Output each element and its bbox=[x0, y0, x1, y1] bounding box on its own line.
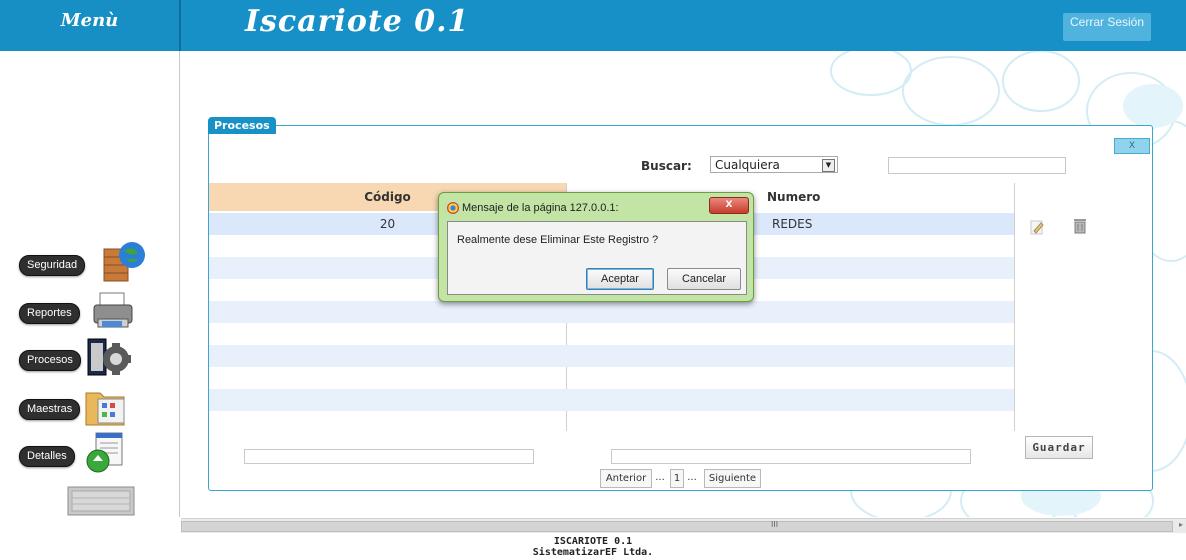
save-button[interactable]: Guardar bbox=[1025, 436, 1093, 459]
pager-ellipsis: ... bbox=[655, 472, 665, 483]
sidebar-item-label[interactable]: Seguridad bbox=[19, 255, 86, 276]
menu-header: Menù bbox=[0, 0, 181, 51]
sidebar-item-label[interactable]: Reportes bbox=[19, 303, 80, 324]
dialog-close-button[interactable]: X bbox=[709, 197, 749, 214]
cell-numero: REDES bbox=[772, 217, 813, 231]
footer-line-1: ISCARIOTE 0.1 bbox=[553, 536, 633, 547]
table-row-empty bbox=[209, 389, 1014, 411]
panel-close-button[interactable]: X bbox=[1114, 138, 1150, 154]
page-1-button[interactable]: 1 bbox=[670, 469, 684, 488]
sidebar-item-label[interactable]: Maestras bbox=[19, 399, 81, 420]
dialog-body: Realmente dese Eliminar Este Registro ? … bbox=[447, 221, 747, 295]
cancel-button[interactable]: Cancelar bbox=[667, 268, 741, 290]
scrollbar-thumb[interactable] bbox=[181, 521, 1173, 532]
sidebar-item-label[interactable]: Procesos bbox=[19, 350, 81, 371]
table-row-empty bbox=[209, 323, 1014, 345]
security-globe-wall-icon[interactable] bbox=[102, 239, 148, 283]
panel-title: Procesos bbox=[208, 117, 276, 134]
details-document-icon[interactable] bbox=[84, 431, 128, 475]
sidebar-item-label[interactable]: Detalles bbox=[19, 446, 75, 467]
folder-icon[interactable] bbox=[84, 385, 128, 429]
trash-icon[interactable] bbox=[1073, 217, 1087, 234]
dialog-title: Mensaje de la página 127.0.0.1: bbox=[462, 202, 619, 214]
scrollbar-grip: III bbox=[771, 520, 779, 529]
search-filter-value: Cualquiera bbox=[715, 158, 780, 172]
search-filter-select[interactable]: Cualquiera ▼ bbox=[710, 156, 838, 173]
chrome-icon bbox=[447, 202, 459, 214]
pager-ellipsis: ... bbox=[687, 472, 697, 483]
accept-button[interactable]: Aceptar bbox=[586, 268, 654, 290]
confirm-dialog: Mensaje de la página 127.0.0.1: X Realme… bbox=[438, 192, 754, 302]
table-row-empty bbox=[209, 345, 1014, 367]
horizontal-scrollbar[interactable]: III ▸ bbox=[181, 518, 1186, 533]
table-row-empty bbox=[209, 367, 1014, 389]
scroll-right-icon[interactable]: ▸ bbox=[1179, 520, 1183, 529]
codigo-input[interactable] bbox=[244, 449, 534, 464]
printer-icon[interactable] bbox=[92, 291, 136, 331]
numero-input[interactable] bbox=[611, 449, 971, 464]
sidebar: Seguridad Reportes Procesos Maestras Det bbox=[0, 51, 180, 517]
search-input[interactable] bbox=[888, 157, 1066, 174]
dialog-message: Realmente dese Eliminar Este Registro ? bbox=[457, 234, 659, 246]
footer: ISCARIOTE 0.1 SistematizarEF Ltda. bbox=[0, 536, 1186, 558]
logout-button[interactable]: Cerrar Sesión bbox=[1063, 13, 1151, 41]
menu-title: Menù bbox=[60, 10, 119, 31]
prev-page-button[interactable]: Anterior bbox=[600, 469, 652, 488]
next-page-button[interactable]: Siguiente bbox=[704, 469, 761, 488]
edit-icon[interactable] bbox=[1030, 219, 1044, 235]
app-title: Iscariote 0.1 bbox=[245, 4, 470, 39]
column-header-numero-label: Numero bbox=[767, 190, 821, 204]
chevron-down-icon[interactable]: ▼ bbox=[822, 159, 835, 172]
search-label: Buscar: bbox=[641, 159, 692, 173]
process-gear-icon[interactable] bbox=[86, 337, 132, 379]
keyboard-icon bbox=[67, 486, 135, 516]
footer-line-2: SistematizarEF Ltda. bbox=[532, 547, 654, 558]
table-row-empty bbox=[209, 301, 1014, 323]
